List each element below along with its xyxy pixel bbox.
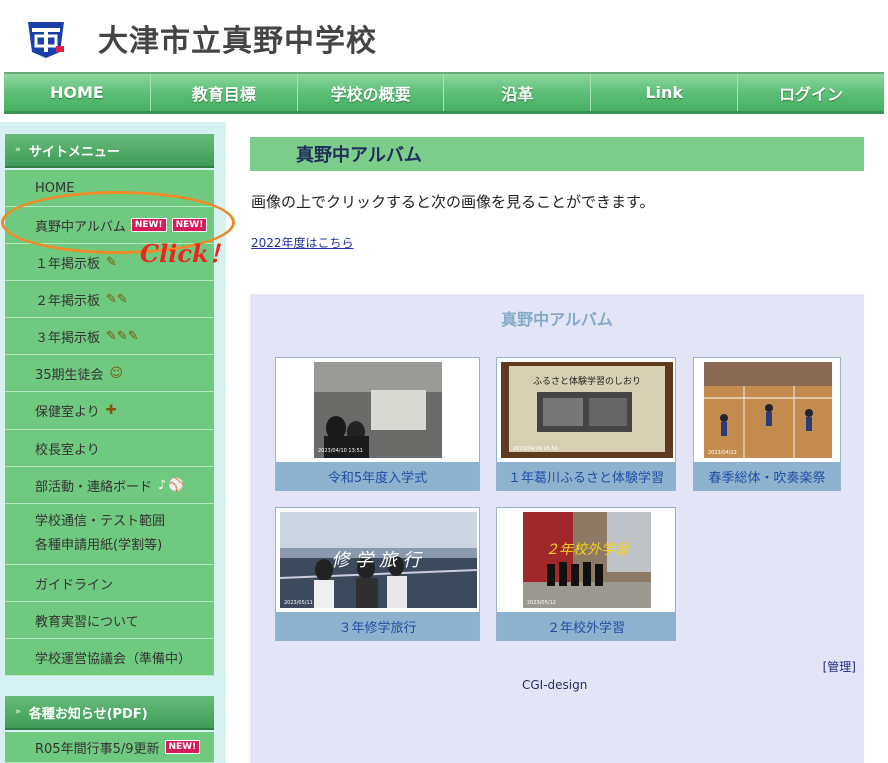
album-caption[interactable]: 令和5年度入学式 [276, 462, 479, 490]
notices-menu: R05年間行事5/9更新 NEW! [5, 732, 214, 763]
school-emblem-icon[interactable] [26, 18, 66, 58]
sidebar-item-teaching-practice[interactable]: 教育実習について [5, 602, 214, 639]
photo-timestamp: 2023/05/12 [527, 600, 556, 606]
sidebar-item-school-council[interactable]: 学校運営協議会（準備中） [5, 639, 214, 676]
photo-overlay-text: ２年校外学習 [545, 542, 631, 558]
nav-home[interactable]: HOME [4, 74, 151, 111]
main-nav: HOME 教育目標 学校の概要 沿革 Link ログイン [4, 72, 884, 114]
album-photo[interactable]: 2023/04/22 [694, 358, 840, 462]
sidebar-item-label: 校長室より [35, 442, 100, 458]
sidebar-item-grade2[interactable]: ２年掲示板 ✎✎ [5, 281, 214, 318]
sidebar-item-label: ３年掲示板 [35, 330, 101, 346]
sidebar-item-label: １年掲示板 [35, 256, 101, 272]
photo-timestamp: 2023/04/22 [708, 450, 737, 456]
first-aid-icon: ✚ [105, 403, 117, 418]
photo-timestamp: 2023/05/11 [284, 600, 313, 606]
baseball-icon: ⚾ [168, 477, 185, 493]
site-header: 大津市立真野中学校 [0, 0, 888, 72]
sidebar-item-student-council[interactable]: 35期生徒会 ☺ [5, 355, 214, 392]
admin-link[interactable]: [管理] [823, 658, 856, 675]
nav-login[interactable]: ログイン [738, 74, 884, 111]
pencil-icon: ✎✎✎ [106, 328, 139, 344]
click-annotation: Click！ [140, 239, 233, 268]
album-card-field-trip[interactable]: ２年校外学習 2023/05/12 ２年校外学習 [496, 507, 676, 641]
link-2022-album[interactable]: 2022年度はこちら [251, 234, 354, 251]
nav-goals[interactable]: 教育目標 [151, 74, 298, 111]
photo-overlay-text: 修 学 旅 行 [331, 550, 423, 571]
album-photo[interactable]: ふるさと体験学習のしおり 2023/04/19 16:55 [497, 358, 675, 462]
album-caption[interactable]: １年葛川ふるさと体験学習 [497, 462, 675, 490]
album-card-furusato[interactable]: ふるさと体験学習のしおり 2023/04/19 16:55 １年葛川ふるさと体験… [496, 357, 676, 491]
notice-item-label: R05年間行事5/9更新 [35, 741, 160, 757]
album-photo[interactable]: 2023/04/10 13:51 [276, 358, 479, 462]
photo-timestamp: 2023/04/19 16:55 [513, 446, 558, 452]
sidebar-item-label: 35期生徒会 [35, 367, 104, 383]
album-panel: 真野中アルバム 2023/04/10 13:51 令和5年度入学式 ふるさと体験… [250, 294, 864, 763]
sidebar-item-label-second: 各種申請用紙(学割等) [35, 538, 163, 553]
site-title[interactable]: 大津市立真野中学校 [98, 16, 377, 60]
nav-link[interactable]: Link [591, 74, 739, 111]
nav-history[interactable]: 沿革 [444, 74, 592, 111]
page-title-bar: 真野中アルバム [250, 137, 864, 171]
sidebar-item-guidelines[interactable]: ガイドライン [5, 565, 214, 602]
pencil-icon: ✎✎ [106, 291, 128, 307]
sidebar-item-grade3[interactable]: ３年掲示板 ✎✎✎ [5, 318, 214, 355]
site-menu-heading-label: サイトメニュー [28, 144, 120, 160]
album-photo[interactable]: ２年校外学習 2023/05/12 [497, 508, 675, 612]
nav-overview[interactable]: 学校の概要 [298, 74, 445, 111]
sidebar-item-label: 部活動・連絡ボード [35, 479, 153, 495]
cgi-credit: CGI-design [522, 678, 588, 692]
bullet-icon: » [15, 145, 21, 155]
sidebar-item-label: 教育実習について [35, 614, 139, 630]
notices-heading: » 各種お知らせ(PDF) [5, 696, 214, 730]
sidebar-item-newsletter[interactable]: 学校通信・テスト範囲 各種申請用紙(学割等) [5, 504, 214, 565]
bullet-icon: » [15, 707, 21, 717]
album-photo[interactable]: 修 学 旅 行 2023/05/11 [276, 508, 479, 612]
album-card-school-trip[interactable]: 修 学 旅 行 2023/05/11 ３年修学旅行 [275, 507, 480, 641]
sidebar-item-label: 学校運営協議会（準備中） [35, 651, 192, 667]
sidebar-item-health-room[interactable]: 保健室より ✚ [5, 392, 214, 430]
sidebar-item-label: 保健室より [35, 405, 100, 420]
sidebar-item-label: ２年掲示板 [35, 293, 101, 309]
album-card-entrance-ceremony[interactable]: 2023/04/10 13:51 令和5年度入学式 [275, 357, 480, 491]
page-title: 真野中アルバム [296, 145, 422, 166]
music-note-icon: ♪ [158, 477, 167, 493]
notices-heading-label: 各種お知らせ(PDF) [28, 706, 148, 722]
intro-text: 画像の上でクリックすると次の画像を見ることができます。 [251, 193, 655, 211]
sidebar-item-club-board[interactable]: 部活動・連絡ボード ♪ ⚾ [5, 467, 214, 504]
photo-timestamp: 2023/04/10 13:51 [318, 448, 363, 454]
pencil-icon: ✎ [106, 254, 117, 270]
sidebar-item-label: ガイドライン [35, 577, 114, 593]
album-title: 真野中アルバム [501, 310, 613, 329]
sidebar-item-label: 学校通信・テスト範囲 [35, 514, 166, 529]
album-caption[interactable]: 春季総体・吹奏楽祭 [694, 462, 840, 490]
notice-item-annual-events[interactable]: R05年間行事5/9更新 NEW! [5, 732, 214, 763]
album-caption[interactable]: ２年校外学習 [497, 612, 675, 640]
album-card-spring-tournament[interactable]: 2023/04/22 春季総体・吹奏楽祭 [693, 357, 841, 491]
booklet-title: ふるさと体験学習のしおり [533, 375, 641, 387]
new-badge: NEW! [164, 740, 201, 754]
album-caption[interactable]: ３年修学旅行 [276, 612, 479, 640]
sidebar-item-principal[interactable]: 校長室より [5, 430, 214, 467]
owl-icon: ☺ [109, 365, 124, 381]
site-menu-heading: » サイトメニュー [5, 134, 214, 168]
